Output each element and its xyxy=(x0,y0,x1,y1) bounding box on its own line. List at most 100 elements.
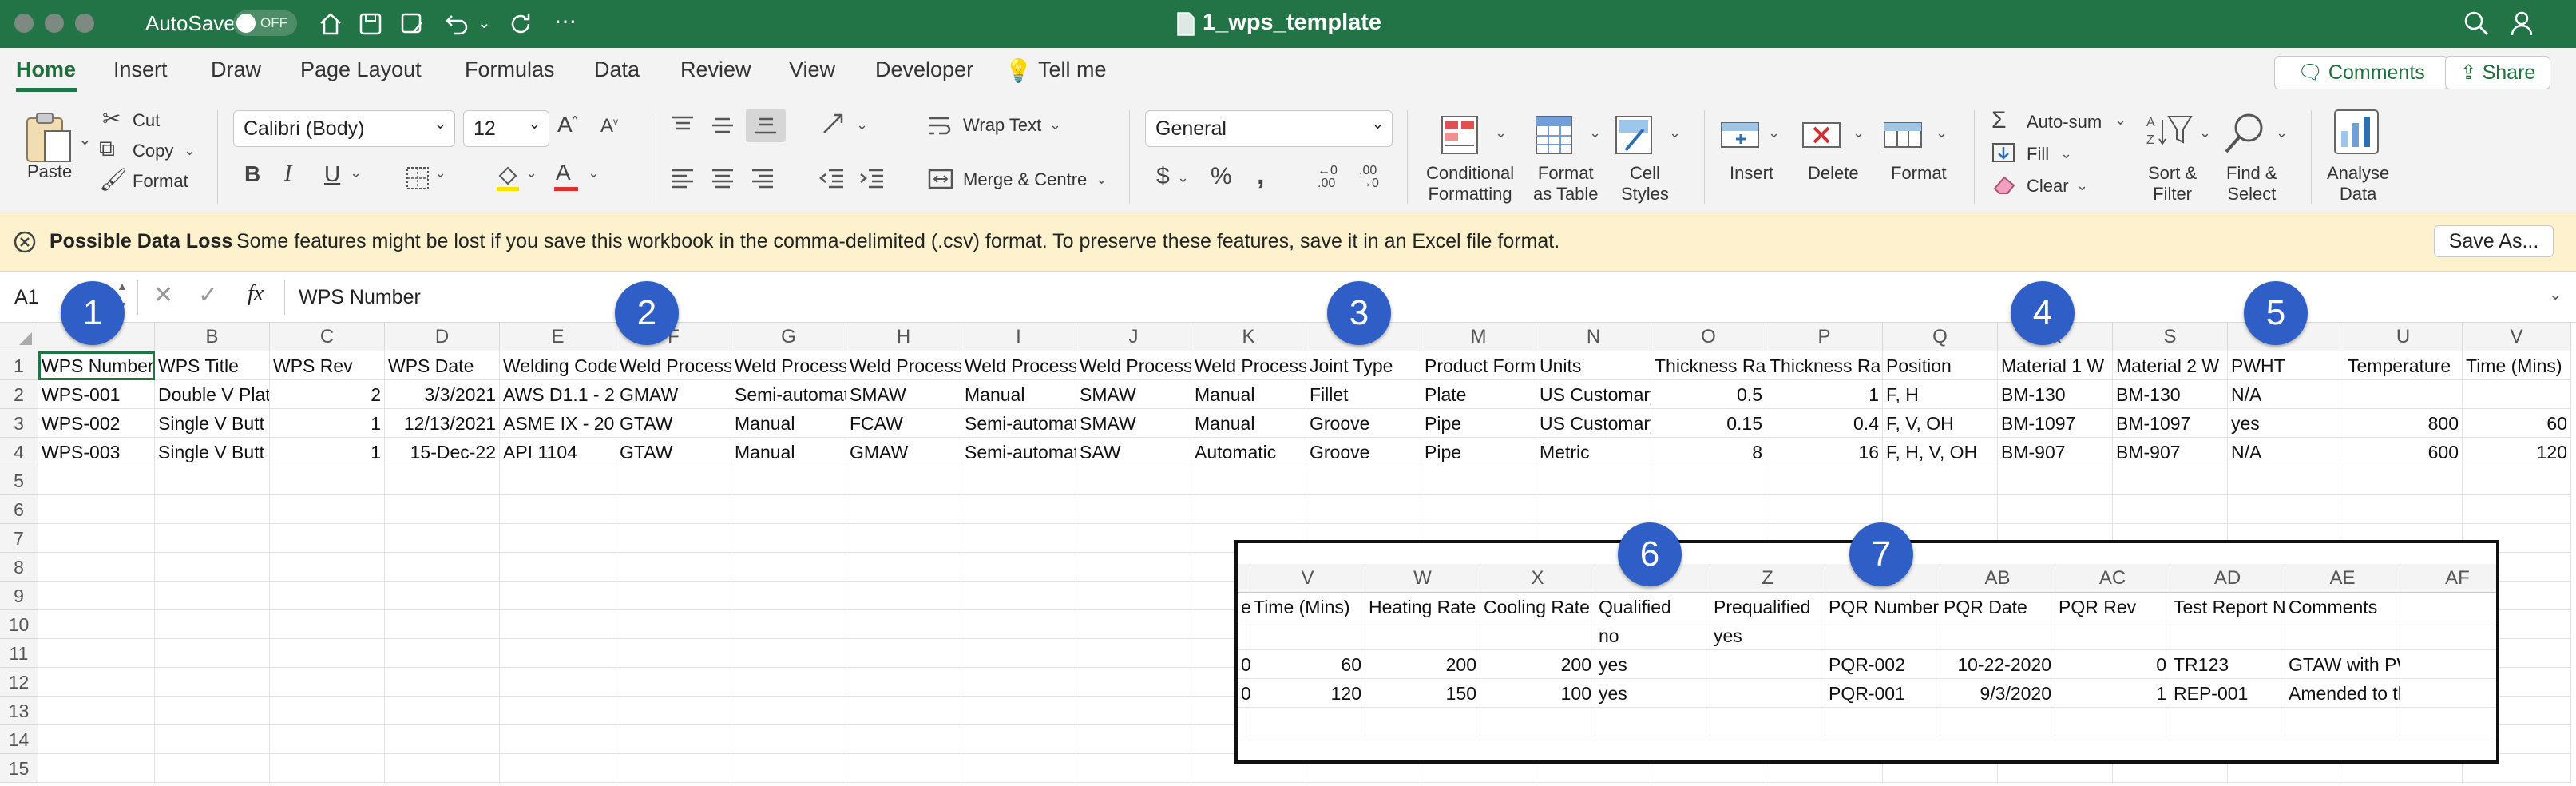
grid-cell[interactable]: Fillet xyxy=(1306,380,1421,409)
grid-cell[interactable] xyxy=(2463,466,2571,495)
grid-cell[interactable]: 800 xyxy=(2344,409,2463,438)
format-as-table-label[interactable]: Format as Table xyxy=(1533,163,1599,204)
grid-cell[interactable] xyxy=(2228,495,2344,524)
grid-cell[interactable]: 60 xyxy=(2463,409,2571,438)
grid-cell[interactable]: GTAW xyxy=(616,409,731,438)
grid-cell[interactable] xyxy=(961,697,1076,725)
grid-cell[interactable] xyxy=(846,754,961,783)
grid-cell[interactable] xyxy=(155,610,270,639)
grid-cell[interactable] xyxy=(2228,466,2344,495)
grid-cell[interactable] xyxy=(1421,466,1536,495)
grid-cell[interactable]: Units xyxy=(1536,351,1651,380)
grid-cell[interactable]: 2 xyxy=(270,380,385,409)
grid-cell[interactable] xyxy=(500,524,616,553)
row-header[interactable]: 6 xyxy=(0,495,38,524)
fill-icon[interactable] xyxy=(1991,142,2015,163)
grid-cell[interactable] xyxy=(385,553,500,582)
grid-cell[interactable]: Single V Butt xyxy=(155,438,270,466)
grid-cell[interactable] xyxy=(846,668,961,697)
tab-home[interactable]: Home xyxy=(16,58,76,82)
grid-cell[interactable] xyxy=(270,639,385,668)
grid-cell[interactable] xyxy=(616,466,731,495)
column-header[interactable]: O xyxy=(1651,323,1766,351)
grid-cell[interactable] xyxy=(731,668,846,697)
grid-cell[interactable] xyxy=(38,466,155,495)
grid-cell[interactable] xyxy=(1076,697,1191,725)
currency-icon[interactable]: $ xyxy=(1156,163,1170,190)
tell-me-search[interactable]: Tell me xyxy=(1038,58,1107,82)
format-cells-dropdown-icon[interactable]: ⌄ xyxy=(1936,125,1948,141)
grid-cell[interactable] xyxy=(270,610,385,639)
grid-cell[interactable]: yes xyxy=(2228,409,2344,438)
column-header[interactable]: I xyxy=(961,323,1076,351)
grid-cell[interactable]: Thickness Range xyxy=(1766,351,1883,380)
grid-cell[interactable] xyxy=(38,553,155,582)
insert-function-icon[interactable]: fx xyxy=(248,281,264,307)
grid-cell[interactable] xyxy=(2113,495,2228,524)
grid-cell[interactable] xyxy=(270,495,385,524)
conditional-formatting-dropdown-icon[interactable]: ⌄ xyxy=(1495,125,1507,141)
grid-cell[interactable] xyxy=(385,495,500,524)
grid-cell[interactable] xyxy=(616,725,731,754)
grid-cell[interactable] xyxy=(961,553,1076,582)
minimize-window-button[interactable] xyxy=(45,14,64,33)
grid-cell[interactable] xyxy=(385,466,500,495)
grid-cell[interactable]: SMAW xyxy=(846,380,961,409)
grid-cell[interactable] xyxy=(500,639,616,668)
grid-cell[interactable]: Manual xyxy=(1191,380,1306,409)
grid-cell[interactable] xyxy=(1076,639,1191,668)
grid-cell[interactable]: Semi-automatic xyxy=(731,380,846,409)
grid-cell[interactable] xyxy=(1536,495,1651,524)
undo-dropdown-icon[interactable]: ⌄ xyxy=(478,13,491,33)
grid-cell[interactable] xyxy=(500,754,616,783)
grid-cell[interactable] xyxy=(616,668,731,697)
grid-cell[interactable]: 15-Dec-22 xyxy=(385,438,500,466)
name-box-up-icon[interactable]: ▲ xyxy=(117,280,128,292)
grid-cell[interactable]: 16 xyxy=(1766,438,1883,466)
grid-cell[interactable]: US Customary xyxy=(1536,380,1651,409)
row-header[interactable]: 4 xyxy=(0,438,38,466)
row-header[interactable]: 10 xyxy=(0,610,38,639)
grid-cell[interactable] xyxy=(961,495,1076,524)
save-icon[interactable] xyxy=(358,11,383,37)
grid-cell[interactable]: 0.4 xyxy=(1766,409,1883,438)
tab-page-layout[interactable]: Page Layout xyxy=(300,58,422,82)
merge-centre-dropdown-icon[interactable]: ⌄ xyxy=(1096,171,1108,188)
format-cells-icon[interactable] xyxy=(1883,115,1923,155)
grid-cell[interactable] xyxy=(155,553,270,582)
grid-cell[interactable]: WPS Date xyxy=(385,351,500,380)
grid-cell[interactable] xyxy=(1766,495,1883,524)
grid-cell[interactable] xyxy=(616,582,731,610)
grid-cell[interactable]: API 1104 xyxy=(500,438,616,466)
grid-cell[interactable]: GTAW xyxy=(616,438,731,466)
grid-cell[interactable]: 1 xyxy=(270,438,385,466)
grid-cell[interactable] xyxy=(1076,495,1191,524)
merge-centre-icon[interactable] xyxy=(928,168,953,190)
grid-cell[interactable] xyxy=(385,610,500,639)
grid-cell[interactable] xyxy=(155,495,270,524)
grid-cell[interactable]: WPS Title xyxy=(155,351,270,380)
grid-cell[interactable] xyxy=(1076,466,1191,495)
delete-cells-label[interactable]: Delete xyxy=(1808,163,1859,184)
grid-cell[interactable]: 8 xyxy=(1651,438,1766,466)
grid-cell[interactable] xyxy=(961,725,1076,754)
grid-cell[interactable] xyxy=(38,725,155,754)
column-header[interactable]: D xyxy=(385,323,500,351)
cut-label[interactable]: Cut xyxy=(133,110,160,131)
grid-cell[interactable]: Metric xyxy=(1536,438,1651,466)
confirm-entry-icon[interactable]: ✓ xyxy=(198,281,218,309)
grid-cell[interactable]: Single V Butt xyxy=(155,409,270,438)
format-painter-icon[interactable]: 🖌 xyxy=(99,166,128,193)
grid-cell[interactable] xyxy=(385,524,500,553)
grid-cell[interactable] xyxy=(1421,495,1536,524)
grid-cell[interactable] xyxy=(846,582,961,610)
orientation-icon[interactable] xyxy=(821,112,848,137)
grid-cell[interactable] xyxy=(616,639,731,668)
share-button[interactable]: ⇪ Share xyxy=(2445,56,2550,89)
grid-cell[interactable] xyxy=(38,524,155,553)
find-select-icon[interactable] xyxy=(2223,110,2268,155)
save-as-icon[interactable] xyxy=(399,11,425,37)
grid-cell[interactable] xyxy=(270,754,385,783)
cut-icon[interactable]: ✂ xyxy=(102,105,121,132)
grid-cell[interactable] xyxy=(1076,610,1191,639)
